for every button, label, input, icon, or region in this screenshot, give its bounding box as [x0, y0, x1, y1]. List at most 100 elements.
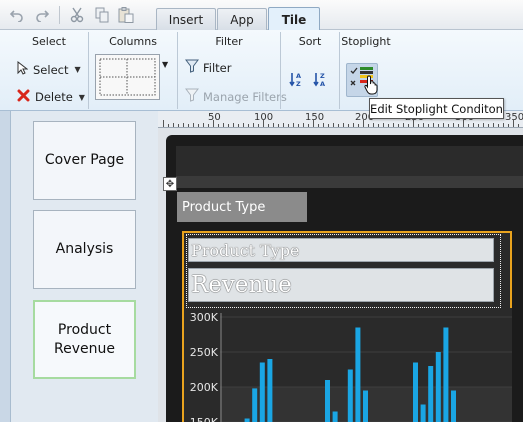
ruler-tick — [313, 120, 314, 127]
ruler-tick — [228, 124, 229, 127]
ruler-tick — [468, 124, 469, 127]
delete-x-icon — [17, 89, 30, 105]
ruler-label: 150 — [305, 112, 325, 123]
ruler-tick — [393, 123, 394, 127]
ruler-tick — [318, 124, 319, 127]
y-tick-label: 300K — [190, 311, 219, 324]
page-thumbnail-analysis[interactable]: Analysis — [33, 210, 136, 289]
ruler-tick — [513, 120, 514, 127]
tab-tile[interactable]: Tile — [268, 7, 320, 31]
copy-icon[interactable] — [93, 6, 111, 24]
columns-layout-picker[interactable] — [95, 54, 160, 100]
ruler-tick — [418, 124, 419, 127]
bar[interactable] — [332, 411, 338, 422]
funnel-disabled-icon — [185, 88, 199, 105]
sort-ascending-icon[interactable]: AZ — [289, 71, 305, 90]
ruler-tick — [448, 124, 449, 127]
tab-insert[interactable]: Insert — [156, 8, 216, 30]
cut-icon[interactable] — [68, 6, 86, 24]
ruler-tick — [473, 123, 474, 127]
y-tick-label: 150K — [190, 416, 219, 422]
ruler-tick — [493, 123, 494, 127]
bar[interactable] — [244, 418, 250, 422]
ruler-tick — [163, 120, 164, 127]
bar[interactable] — [420, 404, 426, 422]
chevron-down-icon: ▼ — [74, 65, 81, 74]
bar[interactable] — [435, 352, 441, 422]
ruler-tick — [378, 124, 379, 127]
hand-cursor-icon — [364, 75, 380, 98]
ruler-tick — [293, 123, 294, 127]
slide-header-band — [176, 146, 523, 176]
paste-icon[interactable] — [117, 6, 135, 24]
filter-label: Filter — [203, 60, 232, 75]
bar[interactable] — [259, 362, 265, 422]
manage-filters-button[interactable]: Manage Filters — [185, 88, 287, 105]
y-tick-label: 200K — [190, 381, 219, 394]
top-toolbar: Insert App Tile — [0, 0, 523, 31]
ruler-tick — [358, 124, 359, 127]
ruler-tick — [283, 123, 284, 127]
product-type-filter[interactable]: Product Type — [177, 192, 307, 222]
ruler-label: 50 — [208, 112, 221, 123]
move-handle-icon[interactable]: ✥ — [163, 177, 177, 191]
tab-app[interactable]: App — [217, 8, 267, 30]
stoplight-group-title: Stoplight — [341, 35, 391, 48]
ruler-tick — [328, 124, 329, 127]
bar-chart: 300K 250K 200K 150K — [184, 308, 512, 422]
ruler-tick — [518, 124, 519, 127]
ruler-tick — [218, 124, 219, 127]
ruler-tick — [248, 124, 249, 127]
ruler-tick — [323, 123, 324, 127]
ruler-tick — [388, 124, 389, 127]
select-label: Select — [33, 62, 69, 77]
chevron-down-icon: ▼ — [78, 92, 85, 102]
bar[interactable] — [355, 327, 361, 422]
bar[interactable] — [267, 359, 273, 422]
bar[interactable] — [428, 366, 434, 422]
bar[interactable] — [451, 390, 456, 422]
ruler-tick — [203, 123, 204, 127]
redo-icon[interactable] — [33, 6, 51, 24]
ruler-tick — [198, 124, 199, 127]
page-thumbnail-product-revenue[interactable]: Product Revenue — [33, 300, 136, 379]
y-tick-label: 250K — [190, 346, 219, 359]
select-button[interactable]: Select ▼ — [17, 60, 81, 78]
pointer-icon — [17, 60, 29, 78]
ruler-tick — [168, 124, 169, 127]
ruler-tick — [288, 124, 289, 127]
ruler-tick — [183, 123, 184, 127]
bar[interactable] — [252, 388, 258, 422]
chart-title-row[interactable]: Revenue — [188, 268, 494, 302]
svg-text:A: A — [320, 80, 325, 87]
columns-group-title: Columns — [109, 35, 157, 48]
page-label: Analysis — [55, 241, 114, 257]
bar[interactable] — [413, 362, 418, 422]
ruler-tick — [173, 123, 174, 127]
bar[interactable] — [443, 327, 449, 422]
stoplight-tooltip: Edit Stoplight Conditon — [369, 98, 504, 119]
bar[interactable] — [325, 380, 330, 422]
bar[interactable] — [363, 390, 368, 422]
ruler-tick — [343, 123, 344, 127]
filter-button[interactable]: Filter — [185, 59, 231, 76]
bar[interactable] — [347, 369, 353, 422]
ruler-tick — [463, 120, 464, 127]
chart-title-row[interactable]: Product Type — [188, 238, 494, 262]
sort-descending-icon[interactable]: ZA — [313, 71, 329, 90]
ruler-tick — [308, 124, 309, 127]
ruler-tick — [438, 124, 439, 127]
page-label: Product Revenue — [54, 321, 115, 357]
delete-button[interactable]: Delete ▼ — [17, 89, 85, 105]
delete-label: Delete — [35, 90, 73, 104]
ruler-tick — [353, 123, 354, 127]
ruler-tick — [238, 124, 239, 127]
columns-dropdown-icon[interactable]: ▼ — [162, 60, 168, 69]
page-thumbnail-cover-page[interactable]: Cover Page — [33, 121, 136, 200]
ruler-tick — [433, 123, 434, 127]
undo-icon[interactable] — [8, 6, 26, 24]
ruler-tick — [193, 123, 194, 127]
ruler-tick — [178, 124, 179, 127]
ruler-tick — [243, 123, 244, 127]
ruler-tick — [233, 123, 234, 127]
